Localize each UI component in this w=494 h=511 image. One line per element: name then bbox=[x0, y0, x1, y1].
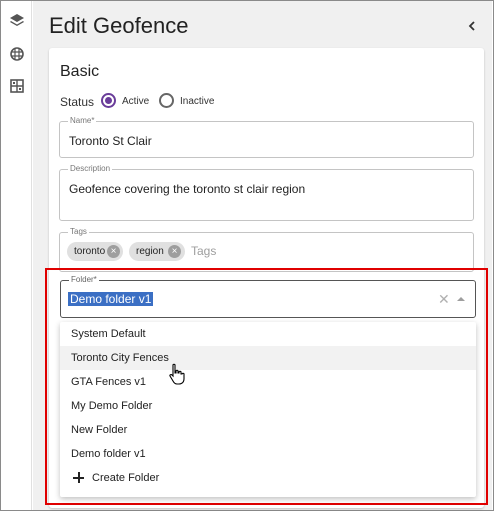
side-rail bbox=[1, 1, 32, 510]
collapse-chevron-icon[interactable] bbox=[466, 19, 478, 33]
description-field-label: Description bbox=[68, 164, 113, 173]
name-field[interactable]: Name* Toronto St Clair bbox=[59, 116, 474, 158]
page-title: Edit Geofence bbox=[49, 13, 189, 38]
status-label: Status bbox=[60, 95, 95, 109]
tags-field[interactable]: Tags toronto × region × Tags bbox=[59, 227, 474, 272]
description-field[interactable]: Description Geofence covering the toront… bbox=[59, 164, 474, 221]
status-inactive-label[interactable]: Inactive bbox=[180, 96, 214, 107]
name-field-label: Name* bbox=[68, 116, 97, 125]
tag-chip-label: toronto bbox=[74, 246, 106, 257]
name-field-value: Toronto St Clair bbox=[69, 134, 152, 148]
folder-option[interactable]: System Default bbox=[60, 322, 476, 346]
tag-chip: toronto × bbox=[67, 242, 123, 261]
globe-grid-icon[interactable] bbox=[9, 46, 25, 62]
hand-cursor-icon bbox=[168, 363, 186, 385]
grid-box-icon[interactable] bbox=[9, 78, 25, 94]
create-folder-label: Create Folder bbox=[92, 472, 160, 484]
tag-chip: region × bbox=[129, 242, 185, 261]
caret-up-icon[interactable] bbox=[457, 297, 465, 301]
section-title: Basic bbox=[60, 63, 100, 80]
folder-option[interactable]: Demo folder v1 bbox=[60, 442, 476, 466]
tags-field-label: Tags bbox=[68, 227, 89, 236]
folder-dropdown-menu: System Default Toronto City Fences GTA F… bbox=[60, 322, 476, 497]
status-inactive-radio[interactable] bbox=[159, 93, 174, 108]
layers-icon[interactable] bbox=[9, 13, 25, 29]
folder-select[interactable]: Folder* Demo folder v1 ✕ bbox=[60, 275, 476, 318]
folder-option[interactable]: GTA Fences v1 bbox=[60, 370, 476, 394]
create-folder-button[interactable]: Create Folder bbox=[60, 466, 476, 490]
folder-selected-value: Demo folder v1 bbox=[68, 292, 154, 306]
tags-input-placeholder[interactable]: Tags bbox=[191, 244, 216, 258]
status-active-label[interactable]: Active bbox=[122, 96, 149, 107]
remove-tag-icon[interactable]: × bbox=[168, 245, 181, 258]
remove-tag-icon[interactable]: × bbox=[107, 245, 120, 258]
folder-option[interactable]: My Demo Folder bbox=[60, 394, 476, 418]
clear-icon[interactable]: ✕ bbox=[438, 291, 450, 308]
status-active-radio[interactable] bbox=[101, 93, 116, 108]
plus-icon bbox=[73, 472, 84, 483]
description-field-value: Geofence covering the toronto st clair r… bbox=[69, 182, 306, 196]
folder-field-label: Folder* bbox=[69, 275, 99, 284]
tag-chip-label: region bbox=[136, 246, 164, 257]
folder-option-hovered[interactable]: Toronto City Fences bbox=[60, 346, 476, 370]
folder-option[interactable]: New Folder bbox=[60, 418, 476, 442]
